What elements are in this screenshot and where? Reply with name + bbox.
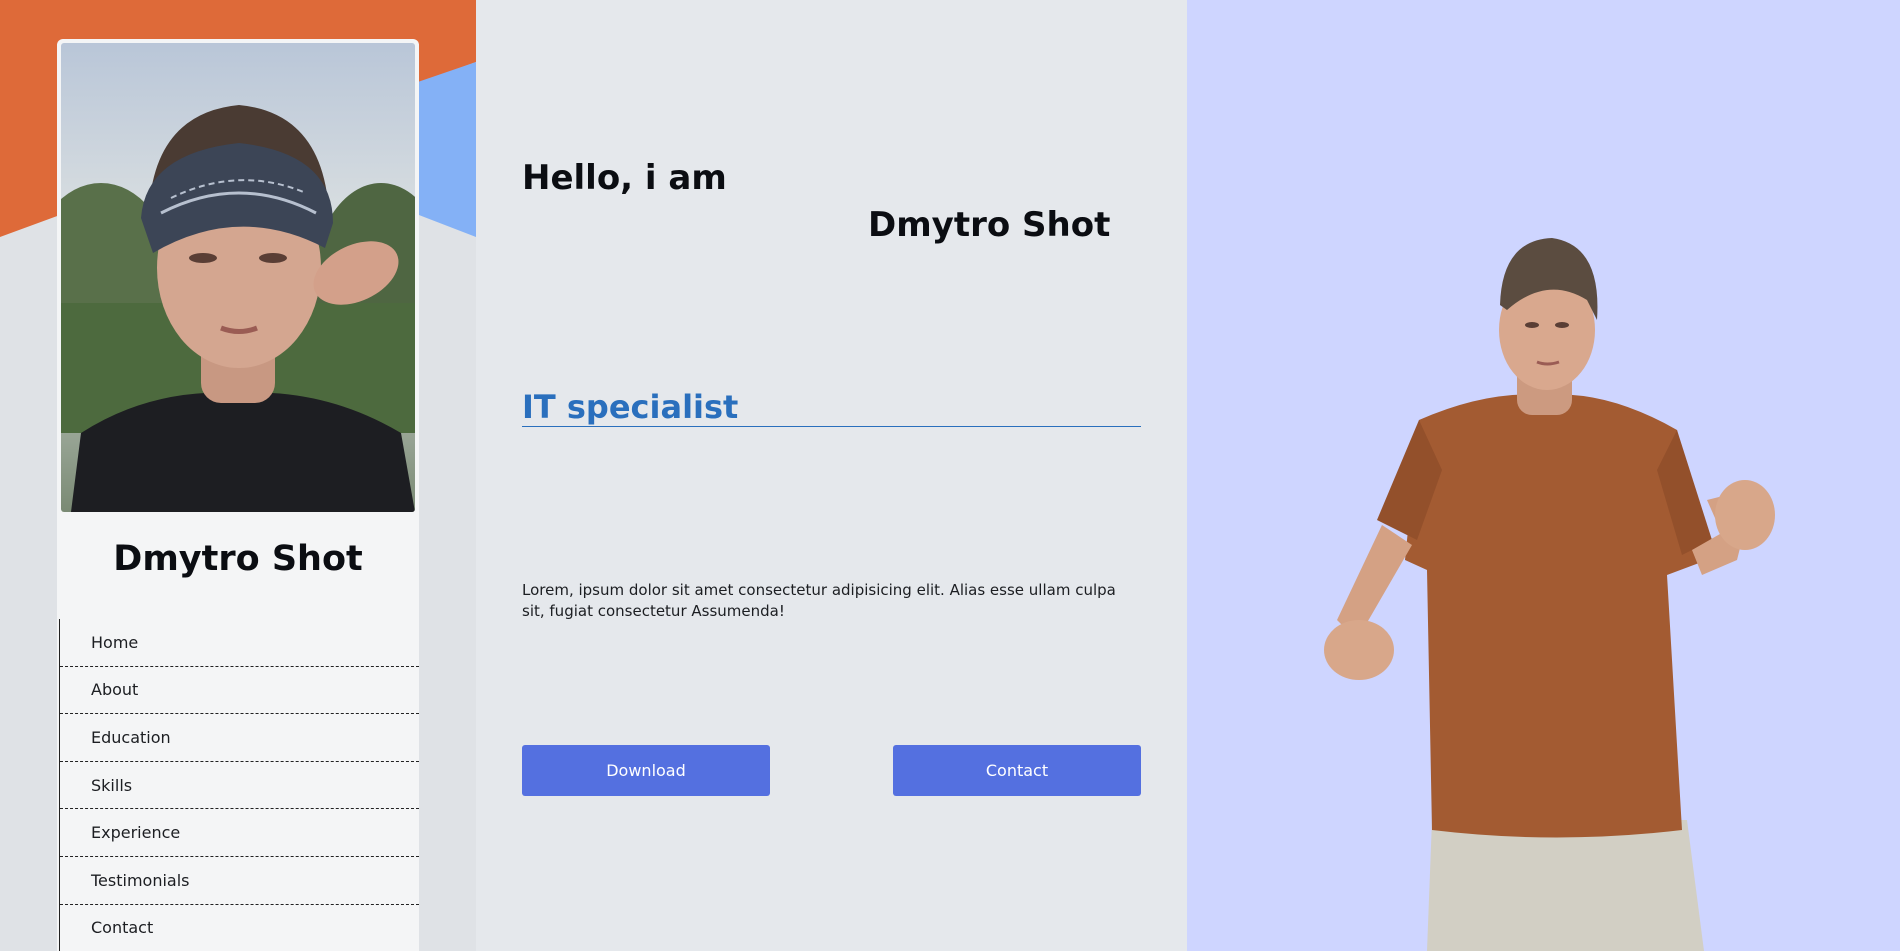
role-underline — [522, 426, 1141, 427]
greeting: Hello, i am — [522, 158, 727, 198]
nav-item-label: Experience — [91, 823, 181, 843]
portrait-panel — [1187, 0, 1900, 951]
hero-description: Lorem, ipsum dolor sit amet consectetur … — [522, 581, 1116, 620]
hero-section: Hello, i am Dmytro Shot IT specialist Lo… — [476, 0, 1187, 951]
nav-item-label: About — [91, 680, 139, 700]
profile-photo-image — [61, 43, 415, 512]
nav-item-label: Testimonials — [91, 870, 190, 890]
nav-item-home[interactable]: Home — [60, 619, 419, 667]
download-button[interactable]: Download — [522, 745, 770, 796]
nav-item-skills[interactable]: Skills — [60, 762, 419, 810]
nav-item-contact[interactable]: Contact — [60, 905, 419, 951]
portrait-image — [1324, 238, 1775, 951]
sidebar-nav: Home About Education Skills Experience T… — [59, 619, 419, 951]
profile-card: Dmytro Shot Home About Education Skills … — [57, 39, 419, 951]
hero-name: Dmytro Shot — [868, 205, 1111, 245]
nav-item-label: Education — [91, 727, 171, 747]
nav-item-label: Home — [91, 632, 139, 652]
role-title: IT specialist — [522, 388, 739, 426]
nav-item-label: Contact — [91, 918, 154, 938]
nav-item-education[interactable]: Education — [60, 714, 419, 762]
profile-name: Dmytro Shot — [113, 539, 363, 579]
sidebar: Dmytro Shot Home About Education Skills … — [0, 0, 476, 951]
nav-item-about[interactable]: About — [60, 667, 419, 715]
nav-item-testimonials[interactable]: Testimonials — [60, 857, 419, 905]
nav-item-experience[interactable]: Experience — [60, 809, 419, 857]
nav-item-label: Skills — [91, 775, 133, 795]
profile-photo — [61, 43, 415, 512]
contact-button[interactable]: Contact — [893, 745, 1141, 796]
